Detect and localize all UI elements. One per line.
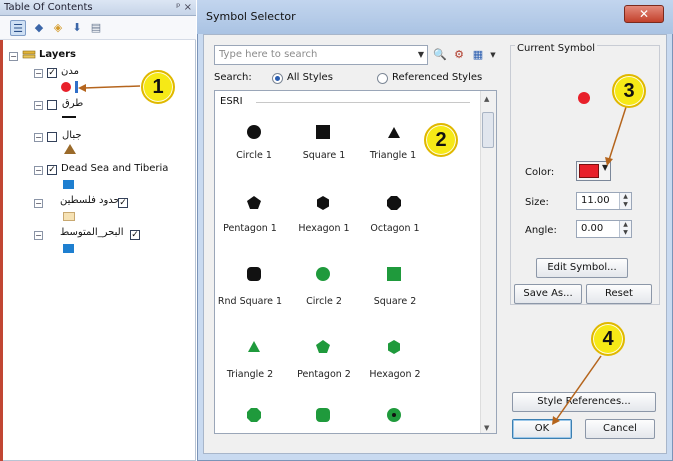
callout-badge: 4 [591,322,625,356]
callout-badge: 2 [424,123,458,157]
callout-badge: 3 [612,74,646,108]
callout-arrows [78,84,628,425]
callout-badge: 1 [141,70,175,104]
